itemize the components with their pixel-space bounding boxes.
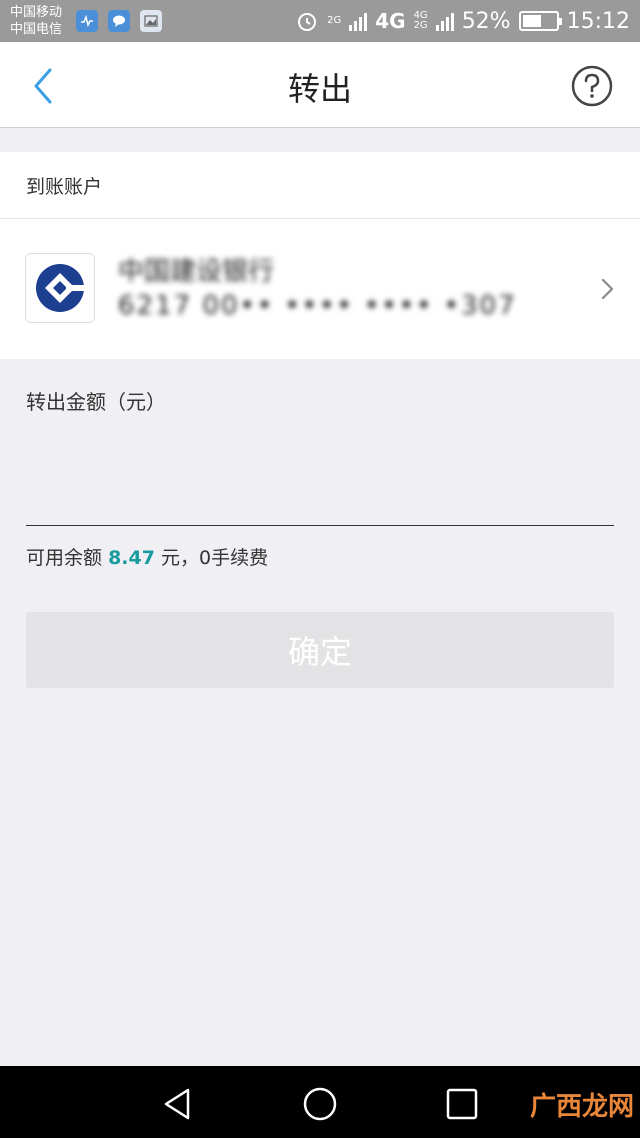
carrier-1: 中国移动 [10, 5, 63, 20]
gallery-icon [140, 10, 162, 32]
question-mark-icon [571, 65, 613, 107]
balance-suffix: 元，0手续费 [161, 547, 269, 569]
account-number: 6217 00•• •••• •••• •307 [118, 291, 517, 321]
battery-percent: 52% [461, 8, 511, 34]
nav-home-circle-icon [303, 1087, 337, 1121]
nav-back-button[interactable] [158, 1084, 198, 1124]
notification-icons [76, 10, 162, 32]
message-icon [108, 10, 130, 32]
battery-icon [518, 11, 562, 31]
app-header: 转出 [0, 42, 640, 128]
signal-icon-2 [435, 11, 454, 31]
health-app-icon [76, 10, 98, 32]
carrier-labels: 中国移动 中国电信 [10, 4, 62, 38]
network-type-3: 4G 2G [414, 11, 428, 31]
nav-back-triangle-icon [164, 1088, 190, 1120]
transfer-amount-label: 转出金额（元） [26, 390, 166, 414]
amount-input[interactable] [26, 430, 614, 526]
nav-home-button[interactable] [300, 1084, 340, 1124]
receiving-account-section: 到账账户 中国建设银行 6217 00•• •••• •••• •307 [0, 152, 640, 359]
system-nav-bar: 广西龙网 [0, 1066, 640, 1138]
balance-value: 8.47 [108, 547, 155, 569]
confirm-button[interactable]: 确定 [26, 612, 614, 688]
alarm-icon [298, 13, 317, 31]
status-bar: 中国移动 中国电信 2G 4G 4G 2G 52% 15:12 [0, 0, 640, 42]
page-title: 转出 [287, 70, 352, 108]
bank-logo [25, 253, 95, 323]
available-balance: 可用余额 8.47 元，0手续费 [26, 543, 268, 570]
status-right-group: 2G 4G 4G 2G 52% 15:12 [295, 0, 630, 42]
chevron-right-icon [601, 278, 614, 300]
network-type-2: 4G [375, 9, 406, 33]
balance-prefix: 可用余额 [26, 547, 103, 569]
bank-name: 中国建设银行 [118, 257, 275, 287]
watermark-logo: 广西龙网 [529, 1092, 634, 1122]
ccb-logo-icon [36, 264, 86, 312]
help-button[interactable] [570, 64, 614, 108]
carrier-2: 中国电信 [10, 22, 63, 37]
signal-icon-1 [349, 11, 368, 31]
clock: 15:12 [566, 8, 630, 34]
account-selector[interactable]: 中国建设银行 6217 00•• •••• •••• •307 [0, 219, 640, 359]
receiving-account-label: 到账账户 [26, 176, 103, 198]
nav-recents-button[interactable] [442, 1084, 482, 1124]
nav-recents-square-icon [446, 1088, 478, 1120]
network-type-1: 2G [327, 15, 342, 26]
network-type-3-bottom: 2G [413, 20, 428, 31]
